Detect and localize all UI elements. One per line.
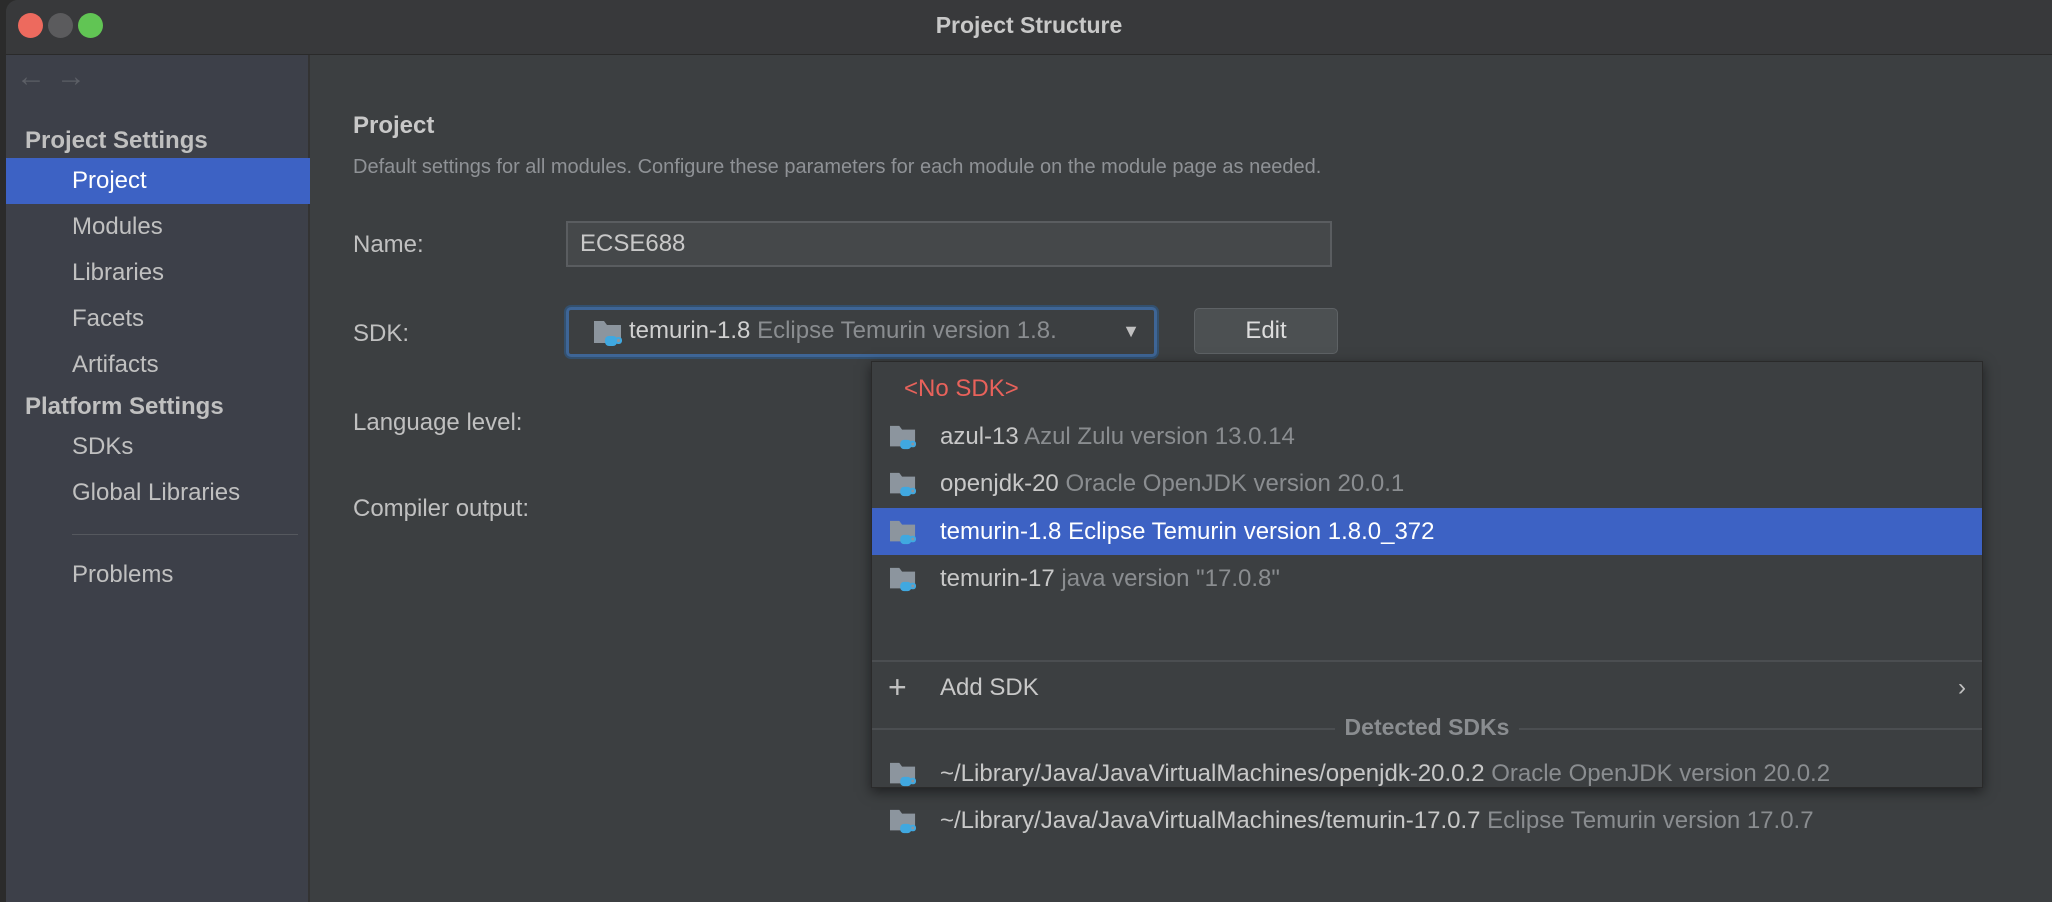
list-item-detected-sdk[interactable]: ~/Library/Java/JavaVirtualMachines/temur… (872, 797, 1982, 844)
sdk-dropdown[interactable]: temurin-1.8 Eclipse Temurin version 1.8.… (566, 307, 1157, 357)
forward-arrow-icon[interactable]: → (56, 60, 86, 94)
list-item-detected-sdk[interactable]: ~/Library/Java/JavaVirtualMachines/openj… (872, 750, 1982, 797)
sdk-description: Oracle OpenJDK version 20.0.2 (1491, 760, 1831, 787)
sidebar-divider (72, 534, 298, 535)
separator (872, 660, 1982, 662)
detected-sdks-header: Detected SDKs (872, 714, 1982, 744)
jdk-folder-icon (890, 425, 916, 450)
sidebar-item-libraries[interactable]: Libraries (6, 250, 310, 296)
main-panel: Project Default settings for all modules… (312, 55, 2052, 902)
list-item-sdk[interactable]: openjdk-20 Oracle OpenJDK version 20.0.1 (872, 460, 1982, 507)
sidebar: ← → Project Settings Project Modules Lib… (6, 55, 310, 902)
jdk-folder-icon (890, 567, 916, 592)
back-arrow-icon[interactable]: ← (16, 60, 46, 94)
title-bar: Project Structure (6, 0, 2052, 55)
jdk-folder-icon (890, 520, 916, 545)
jdk-folder-icon (890, 472, 916, 497)
name-label: Name: (353, 231, 424, 258)
detected-sdks-label: Detected SDKs (1334, 714, 1520, 740)
sdk-name: temurin-1.8 (940, 518, 1062, 545)
sidebar-item-project[interactable]: Project (6, 158, 310, 204)
add-sdk-item[interactable]: + Add SDK › (872, 664, 1982, 711)
sdk-name: ~/Library/Java/JavaVirtualMachines/openj… (940, 760, 1485, 787)
sidebar-item-modules[interactable]: Modules (6, 204, 310, 250)
sdk-name: ~/Library/Java/JavaVirtualMachines/temur… (940, 807, 1481, 834)
sdk-selected-desc: Eclipse Temurin version 1.8. (757, 317, 1057, 344)
list-item-no-sdk[interactable]: <No SDK> (872, 365, 1982, 412)
plus-icon: + (888, 669, 907, 705)
list-item-sdk[interactable]: azul-13 Azul Zulu version 13.0.14 (872, 413, 1982, 460)
sdk-description: Azul Zulu version 13.0.14 (1024, 423, 1295, 450)
sdk-name: temurin-17 (940, 565, 1055, 592)
sdk-name: azul-13 (940, 423, 1019, 450)
sdk-description: Oracle OpenJDK version 20.0.1 (1065, 470, 1405, 497)
project-settings-header: Project Settings (25, 127, 208, 154)
sdk-label: SDK: (353, 320, 410, 347)
jdk-folder-icon (890, 809, 916, 834)
sdk-selected-name: temurin-1.8 (629, 317, 751, 344)
edit-button[interactable]: Edit (1194, 308, 1338, 354)
sdk-name: openjdk-20 (940, 470, 1059, 497)
sidebar-item-artifacts[interactable]: Artifacts (6, 342, 310, 388)
project-structure-window: Project Structure ← → Project Settings P… (6, 0, 2052, 902)
sdk-description: java version "17.0.8" (1061, 565, 1280, 592)
window-title: Project Structure (935, 12, 1123, 38)
add-sdk-label: Add SDK (940, 674, 1039, 701)
sdk-description: Eclipse Temurin version 17.0.7 (1487, 807, 1814, 834)
sidebar-item-sdks[interactable]: SDKs (6, 424, 310, 470)
compiler-output-label: Compiler output: (353, 495, 530, 522)
language-level-label: Language level: (353, 409, 523, 436)
list-item-sdk[interactable]: temurin-1.8 Eclipse Temurin version 1.8.… (872, 508, 1982, 555)
page-description: Default settings for all modules. Config… (353, 156, 1322, 178)
name-input[interactable]: ECSE688 (566, 221, 1332, 267)
sidebar-item-facets[interactable]: Facets (6, 296, 310, 342)
chevron-right-icon: › (1958, 674, 1966, 701)
jdk-folder-icon (594, 321, 622, 346)
page-title: Project (353, 112, 435, 139)
sdk-dropdown-list: <No SDK> azul-13 Azul Zulu version 13.0.… (871, 361, 1983, 834)
sdk-description: Eclipse Temurin version 1.8.0_372 (1068, 518, 1435, 545)
jdk-folder-icon (890, 762, 916, 787)
list-item-sdk[interactable]: temurin-17 java version "17.0.8" (872, 555, 1982, 602)
sidebar-item-global-libraries[interactable]: Global Libraries (6, 470, 310, 516)
sidebar-item-problems[interactable]: Problems (6, 552, 310, 598)
chevron-down-icon: ▼ (1122, 321, 1140, 341)
platform-settings-header: Platform Settings (25, 393, 224, 420)
